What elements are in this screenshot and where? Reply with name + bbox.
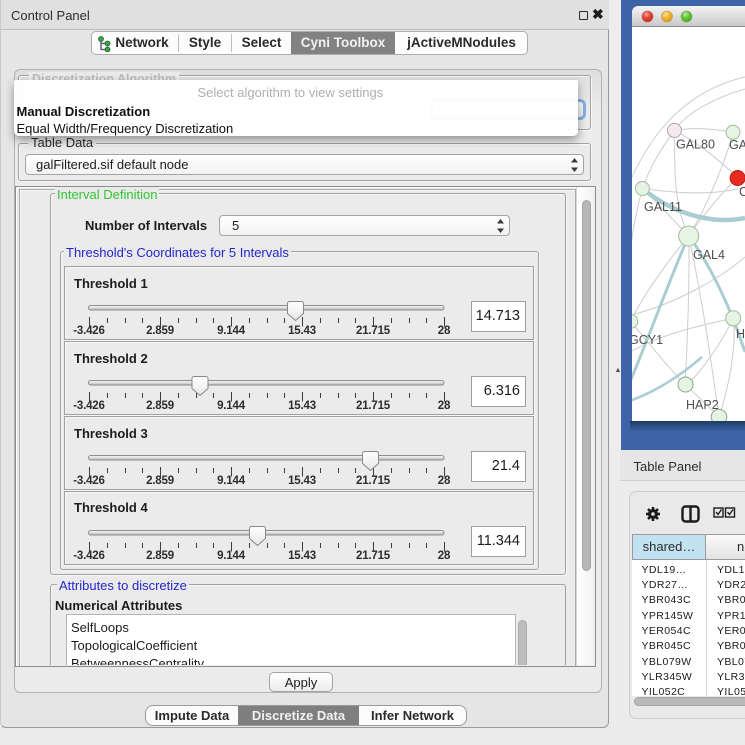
svg-text:HAP2: HAP2 — [686, 398, 719, 412]
svg-text:GCY1: GCY1 — [632, 333, 663, 347]
svg-text:H: H — [736, 327, 745, 341]
svg-text:GAL80: GAL80 — [676, 138, 715, 152]
svg-text:GAL11: GAL11 — [644, 200, 682, 214]
svg-text:C: C — [739, 185, 745, 199]
svg-text:GA: GA — [729, 138, 745, 152]
svg-text:GAL4: GAL4 — [693, 248, 725, 262]
